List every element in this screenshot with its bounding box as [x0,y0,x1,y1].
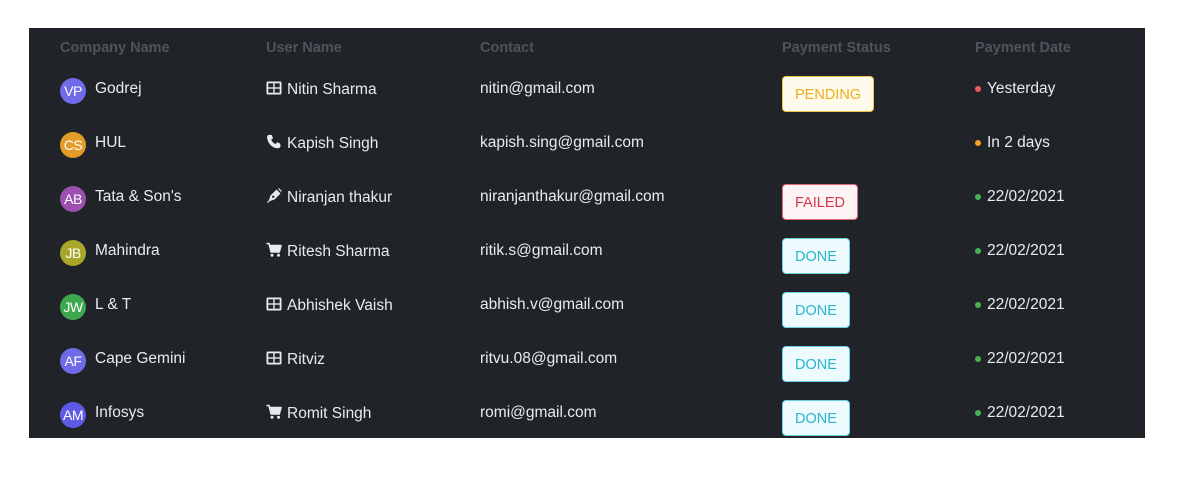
user-name-cell: Ritviz [266,350,325,369]
table-icon [266,80,282,96]
avatar: AB [60,186,86,212]
avatar: JB [60,240,86,266]
company-name: L & T [95,296,132,313]
header-payment-status: Payment Status [782,40,891,56]
avatar: AF [60,348,86,374]
status-badge: PENDING [782,76,875,112]
avatar: VP [60,78,86,104]
contact-email: romi@gmail.com [480,404,597,421]
status-dot [975,86,981,92]
contact-email: ritvu.08@gmail.com [480,350,618,367]
header-contact: Contact [480,40,534,56]
table-icon [266,350,282,366]
company-name: HUL [95,134,127,151]
cart-icon [266,404,282,420]
user-name-cell: Niranjan thakur [266,188,392,207]
contact-email: nitin@gmail.com [480,80,595,97]
status-dot [975,410,981,416]
table-icon [266,296,282,312]
user-name: Ritviz [287,351,325,368]
user-name: Ritesh Sharma [287,243,390,260]
contact-email: ritik.s@gmail.com [480,242,603,259]
header-user-name: User Name [266,40,342,56]
status-dot [975,140,981,146]
company-name: Infosys [95,404,145,421]
user-name-cell: Nitin Sharma [266,80,377,99]
user-name: Romit Singh [287,405,372,422]
status-badge: DONE [782,346,850,382]
user-name-cell: Abhishek Vaish [266,296,393,315]
company-name: Cape Gemini [95,350,186,367]
payment-date: 22/02/2021 [987,404,1065,421]
status-badge: DONE [782,238,850,274]
contact-email: niranjanthakur@gmail.com [480,188,665,205]
payment-date: 22/02/2021 [987,296,1065,313]
table-row: AB Tata & Son's Niranjan thakur niranjantha… [29,170,1145,224]
user-name: Nitin Sharma [287,81,377,98]
user-name-cell: Ritesh Sharma [266,242,390,261]
status-dot [975,302,981,308]
payment-date: 22/02/2021 [987,242,1065,259]
table-row: CS HUL Kapish Singh kapish.sing@gmail.com In… [29,116,1145,170]
avatar: JW [60,294,86,320]
user-name-cell: Romit Singh [266,404,371,423]
table-row: AM Infosys Romit Singh romi@gmail.com DONE 22… [29,386,1145,440]
payment-date: 22/02/2021 [987,350,1065,367]
table-row: JB Mahindra Ritesh Sharma ritik.s@gmail.com… [29,224,1145,278]
avatar: CS [60,132,86,158]
avatar: AM [60,402,86,428]
company-name: Godrej [95,80,142,97]
contact-email: abhish.v@gmail.com [480,296,625,313]
table-row: VP Godrej Nitin Sharma nitin@gmail.com PENDI… [29,62,1145,116]
header-payment-date: Payment Date [975,40,1071,56]
payment-date: In 2 days [987,134,1050,151]
table-row: JW L & T Abhishek Vaish abhish.v@gmail.com D… [29,278,1145,332]
contact-email: kapish.sing@gmail.com [480,134,644,151]
payment-date: Yesterday [987,80,1056,97]
payment-date: 22/02/2021 [987,188,1065,205]
payments-table: Company Name User Name Contact Payment S… [29,28,1145,438]
user-name: Niranjan thakur [287,189,393,206]
user-name-cell: Kapish Singh [266,134,378,153]
table-row: AF Cape Gemini Ritviz ritvu.08@gmail.com DON… [29,332,1145,386]
status-dot [975,194,981,200]
company-name: Mahindra [95,242,160,259]
cart-icon [266,242,282,258]
status-dot [975,356,981,362]
company-name: Tata & Son's [95,188,182,205]
user-name: Kapish Singh [287,135,379,152]
user-name: Abhishek Vaish [287,297,393,314]
status-badge: FAILED [782,184,858,220]
header-company-name: Company Name [60,40,170,56]
pen-icon [266,188,282,204]
status-badge: DONE [782,400,850,436]
status-dot [975,248,981,254]
status-badge: DONE [782,292,850,328]
phone-icon [266,134,282,150]
